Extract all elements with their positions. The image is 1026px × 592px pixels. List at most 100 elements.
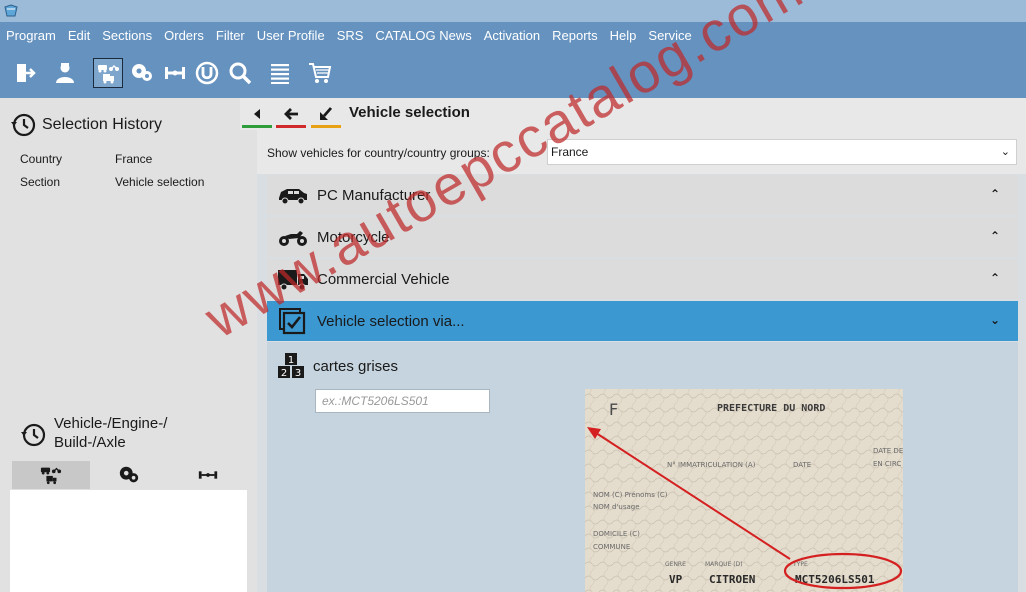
svg-text:2: 2 (281, 368, 287, 379)
page-title: Vehicle selection (349, 104, 470, 121)
menu-reports[interactable]: Reports (552, 28, 598, 43)
title-bar (0, 0, 1026, 22)
cart-icon (309, 63, 332, 83)
doc-field-marque: MARQUE (D) (705, 561, 743, 568)
menu-user-profile[interactable]: User Profile (257, 28, 325, 43)
menu-orders[interactable]: Orders (164, 28, 204, 43)
app-icon (4, 4, 18, 17)
user-button[interactable] (50, 58, 80, 88)
category-vehicle-selection-via[interactable]: Vehicle selection via... ⌄ (267, 301, 1018, 341)
menu-service[interactable]: Service (648, 28, 691, 43)
doc-field-date2: DATE DE (873, 447, 903, 455)
category-label: PC Manufacturer (317, 186, 431, 204)
country-select-value: France (551, 145, 589, 159)
country-filter-row: Show vehicles for country/country groups… (257, 130, 1026, 174)
vehicle-engine-title: Vehicle-/Engine-/ Build-/Axle (54, 415, 168, 451)
toolbar (0, 48, 1026, 98)
svg-text:1: 1 (288, 355, 294, 366)
doc-field-usage: NOM d'usage (593, 503, 640, 511)
engine-button[interactable] (127, 58, 157, 88)
engine-icon (120, 466, 139, 483)
doc-marque: CITROEN (709, 573, 755, 586)
history-value: France (115, 152, 153, 166)
search-button[interactable] (225, 58, 255, 88)
axle-button[interactable] (160, 58, 190, 88)
category-label: Commercial Vehicle (317, 270, 450, 288)
category-label: Vehicle selection via... (317, 312, 465, 330)
svg-text:3: 3 (295, 368, 301, 379)
tab-engine[interactable] (90, 461, 169, 489)
vehicle-list[interactable] (10, 490, 247, 592)
vehicle-engine-header: Vehicle-/Engine-/ Build-/Axle (20, 414, 214, 452)
cartes-grises-label: cartes grises (313, 357, 399, 375)
collapse-panel-button[interactable] (242, 101, 272, 128)
selection-history-header: Selection History (10, 112, 162, 138)
doc-field-nom: NOM (C) Prénoms (C) (593, 491, 668, 499)
doc-genre: VP (669, 573, 683, 586)
cartes-grises-header: 1 2 3 cartes grises (277, 352, 398, 380)
country-select[interactable]: France ⌄ (547, 139, 1017, 165)
axle-icon (198, 471, 217, 479)
list-button[interactable] (265, 58, 295, 88)
cart-button[interactable] (305, 58, 335, 88)
doc-field-date3: EN CIRC (873, 460, 901, 468)
menu-help[interactable]: Help (610, 28, 637, 43)
history-value: Vehicle selection (115, 175, 205, 189)
engine-icon (132, 64, 152, 81)
vehicle-selection-button[interactable] (93, 58, 123, 88)
chevron-up-icon: ⌃ (989, 187, 1000, 201)
return-button[interactable] (311, 101, 341, 128)
user-icon (56, 63, 74, 83)
country-filter-label: Show vehicles for country/country groups… (267, 146, 490, 160)
doc-field-date: DATE (793, 461, 811, 469)
chevron-down-icon: ⌄ (1000, 146, 1010, 158)
category-commercial-vehicle[interactable]: Commercial Vehicle ⌃ (267, 259, 1018, 299)
selection-history-title: Selection History (42, 116, 163, 133)
category-motorcycle[interactable]: Motorcycle ⌃ (267, 217, 1018, 257)
number-blocks-icon: 1 2 3 (278, 353, 304, 379)
doc-field-commune: COMMUNE (593, 543, 630, 551)
back-button[interactable] (276, 101, 306, 128)
menu-activation[interactable]: Activation (484, 28, 540, 43)
triangle-left-icon (254, 109, 260, 119)
checkbox-stack-icon (279, 308, 306, 335)
category-pc-manufacturer[interactable]: PC Manufacturer ⌃ (267, 175, 1018, 215)
menu-bar: Program Edit Sections Orders Filter User… (0, 22, 1026, 48)
menu-program[interactable]: Program (6, 28, 56, 43)
history-label: Country (20, 152, 63, 166)
doc-corner-letter: F (609, 400, 618, 419)
universal-button[interactable] (192, 58, 222, 88)
history-label: Section (20, 175, 61, 189)
list-icon (271, 64, 289, 84)
doc-field-immat: N° IMMATRICULATION (A) (667, 461, 756, 469)
menu-edit[interactable]: Edit (68, 28, 90, 43)
section-header: Vehicle selection (240, 98, 1026, 130)
chevron-down-icon: ⌄ (989, 313, 1000, 327)
menu-sections[interactable]: Sections (102, 28, 152, 43)
universal-icon (195, 61, 219, 85)
truck-icon (278, 270, 308, 291)
tab-axle[interactable] (168, 461, 247, 489)
doc-field-genre: GENRE (665, 561, 686, 568)
chevron-up-icon: ⌃ (989, 229, 1000, 243)
exit-button[interactable] (10, 58, 40, 88)
axle-icon (165, 67, 185, 79)
vehicle-icon (41, 467, 62, 485)
doc-field-domicile: DOMICILE (C) (593, 530, 640, 538)
tab-vehicle[interactable] (12, 461, 91, 489)
motorcycle-icon (279, 231, 307, 246)
history-icon (11, 113, 36, 137)
vehicle-type-tabs (12, 461, 247, 489)
search-icon (229, 62, 252, 85)
doc-prefecture: PREFECTURE DU NORD (717, 403, 825, 414)
menu-filter[interactable]: Filter (216, 28, 245, 43)
registration-input[interactable]: ex.:MCT5206LS501 (315, 389, 490, 413)
menu-catalog-news[interactable]: CATALOG News (375, 28, 471, 43)
chevron-up-icon: ⌃ (989, 271, 1000, 285)
return-arrow-icon (320, 107, 333, 120)
left-panel: Selection History Country France Section… (0, 98, 257, 592)
category-label: Motorcycle (317, 228, 390, 246)
menu-srs[interactable]: SRS (337, 28, 364, 43)
car-icon (279, 189, 307, 205)
arrow-left-icon (284, 108, 298, 120)
